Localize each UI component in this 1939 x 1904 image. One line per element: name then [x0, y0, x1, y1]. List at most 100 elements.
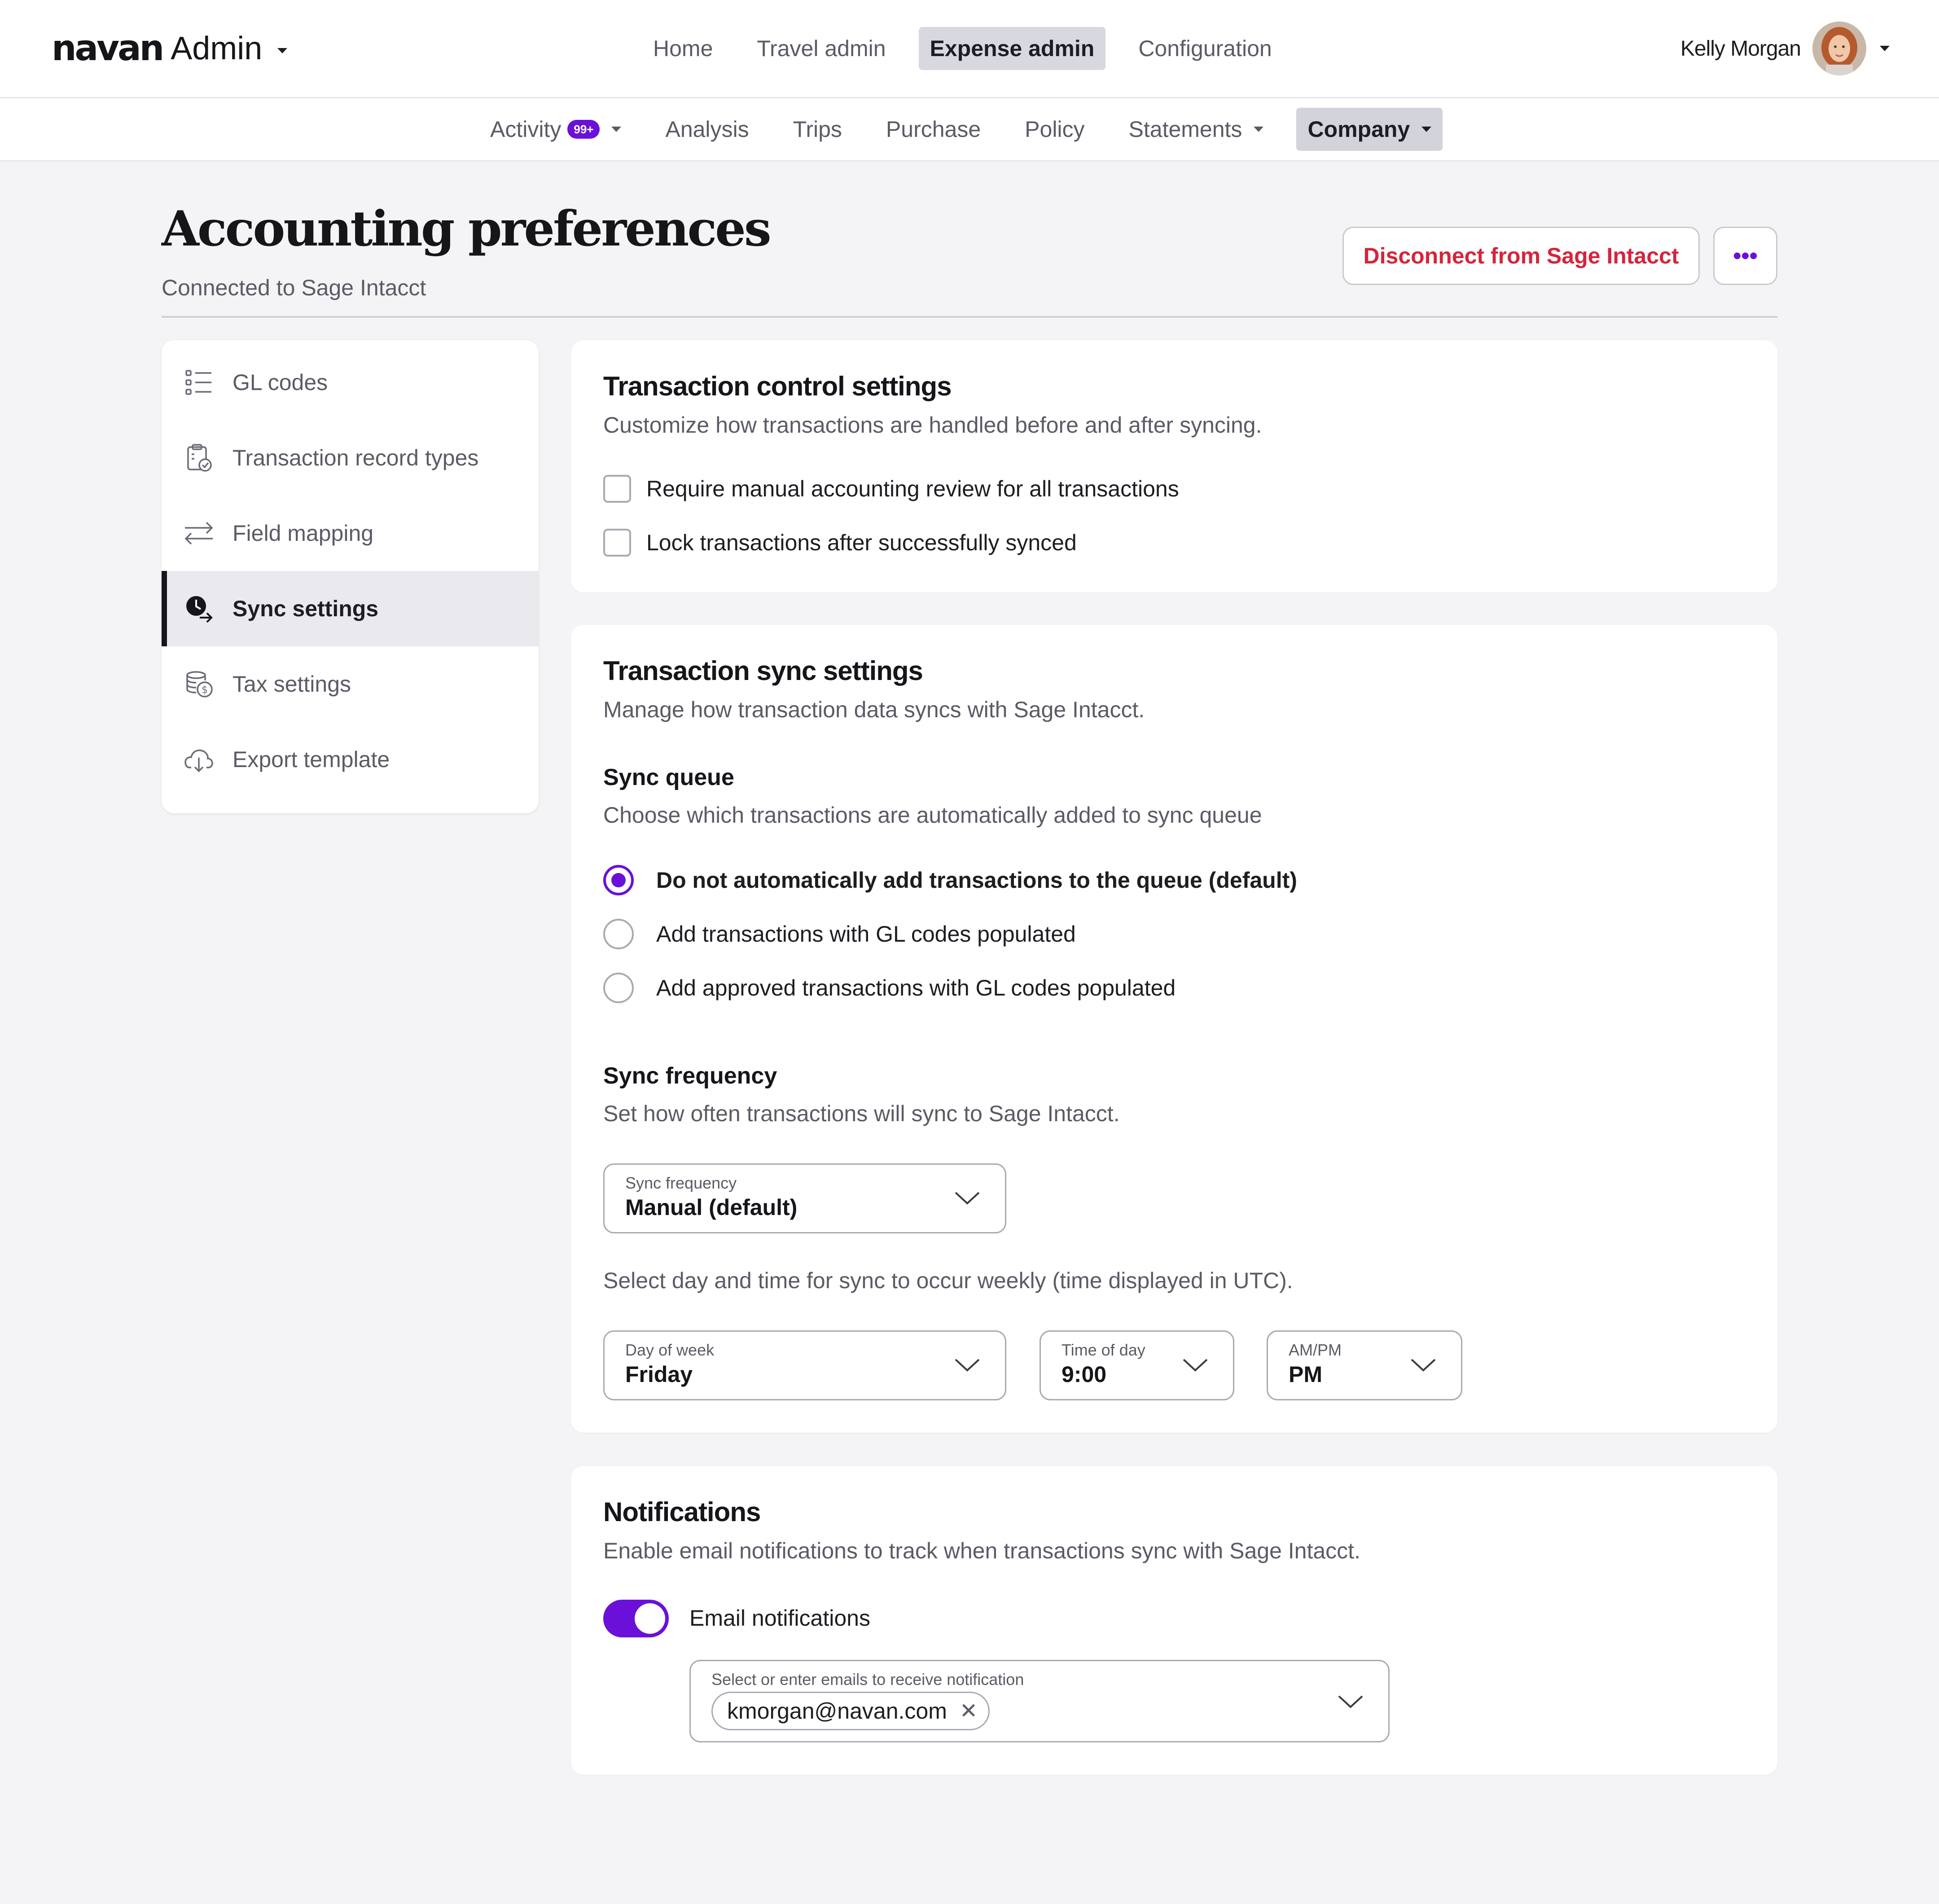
sidebar-item-field-mapping[interactable]: Field mapping [162, 496, 539, 571]
lock-transactions-checkbox[interactable] [603, 529, 631, 557]
sidebar-item-label: GL codes [233, 370, 328, 395]
settings-sidebar: GL codes Transaction record types Field … [162, 340, 539, 813]
select-label: Day of week [625, 1341, 715, 1359]
navan-admin-switcher[interactable]: navan Admin [52, 26, 288, 71]
toggle-knob [635, 1603, 665, 1634]
nav-home[interactable]: Home [642, 27, 724, 70]
notification-emails-field[interactable]: Select or enter emails to receive notifi… [689, 1660, 1390, 1742]
chevron-down-icon [277, 48, 288, 53]
queue-option-none-radio[interactable] [603, 865, 634, 895]
control-title: Transaction control settings [603, 371, 952, 401]
list-icon [183, 367, 215, 398]
chevron-down-icon [955, 1192, 980, 1205]
queue-option-gl-populated-radio[interactable] [603, 919, 634, 949]
select-value: Manual (default) [625, 1195, 798, 1220]
lock-transactions-option[interactable]: Lock transactions after successfully syn… [603, 529, 1077, 557]
select-label: Select or enter emails to receive notifi… [711, 1670, 1024, 1689]
control-description: Customize how transactions are handled b… [603, 412, 1262, 438]
queue-option-gl-populated[interactable]: Add transactions with GL codes populated [603, 919, 1076, 949]
require-review-option[interactable]: Require manual accounting review for all… [603, 475, 1179, 503]
clock-sync-icon [183, 593, 215, 624]
transaction-control-card: Transaction control settings Customize h… [571, 340, 1777, 592]
subnav-company-label: Company [1307, 117, 1410, 142]
queue-option-approved-gl[interactable]: Add approved transactions with GL codes … [603, 973, 1176, 1003]
chevron-down-icon [1183, 1359, 1208, 1372]
connection-status: Connected to Sage Intacct [162, 275, 426, 300]
subnav-purchase[interactable]: Purchase [875, 108, 992, 151]
sidebar-item-label: Field mapping [233, 521, 374, 546]
email-chip: kmorgan@navan.com ✕ [711, 1692, 990, 1730]
sync-description: Manage how transaction data syncs with S… [603, 697, 1145, 722]
select-value: Friday [625, 1362, 693, 1387]
email-chip-label: kmorgan@navan.com [727, 1698, 947, 1724]
coins-icon: $ [183, 668, 215, 700]
subnav-statements-label: Statements [1128, 117, 1242, 142]
chevron-down-icon[interactable] [1337, 1693, 1364, 1710]
user-name: Kelly Morgan [1680, 36, 1801, 61]
more-options-button[interactable]: ••• [1713, 227, 1777, 285]
arrows-swap-icon [183, 518, 215, 549]
top-bar: navan Admin Home Travel admin Expense ad… [0, 0, 1939, 98]
require-review-label: Require manual accounting review for all… [646, 476, 1179, 501]
chevron-down-icon [611, 127, 622, 132]
page-title: Accounting preferences [162, 201, 772, 257]
sidebar-item-label: Tax settings [233, 671, 351, 697]
subnav-activity-label: Activity [490, 117, 562, 142]
sync-frequency-title: Sync frequency [603, 1063, 777, 1089]
notifications-title: Notifications [603, 1497, 761, 1527]
clipboard-check-icon [183, 442, 215, 474]
require-review-checkbox[interactable] [603, 475, 631, 503]
activity-count-badge: 99+ [567, 120, 600, 139]
sub-nav: Activity 99+ Analysis Trips Purchase Pol… [0, 98, 1939, 162]
lock-transactions-label: Lock transactions after successfully syn… [646, 530, 1077, 555]
sync-queue-description: Choose which transactions are automatica… [603, 803, 1262, 828]
chevron-down-icon [955, 1359, 980, 1372]
subnav-company[interactable]: Company [1296, 108, 1443, 151]
subnav-activity[interactable]: Activity 99+ [479, 108, 632, 151]
subnav-statements[interactable]: Statements [1118, 108, 1275, 151]
sync-frequency-description: Set how often transactions will sync to … [603, 1101, 1120, 1126]
disconnect-button[interactable]: Disconnect from Sage Intacct [1342, 227, 1700, 285]
notifications-card: Notifications Enable email notifications… [571, 1466, 1777, 1775]
queue-option-none-label: Do not automatically add transactions to… [656, 868, 1297, 893]
select-value: PM [1289, 1362, 1322, 1387]
sidebar-item-gl-codes[interactable]: GL codes [162, 345, 539, 420]
queue-option-gl-populated-label: Add transactions with GL codes populated [656, 921, 1076, 947]
chevron-down-icon [1254, 127, 1264, 132]
svg-text:$: $ [202, 684, 208, 696]
subnav-policy[interactable]: Policy [1013, 108, 1096, 151]
email-notifications-toggle[interactable] [603, 1600, 669, 1637]
sync-title: Transaction sync settings [603, 656, 923, 686]
sidebar-item-label: Export template [233, 747, 390, 772]
sync-frequency-select[interactable]: Sync frequency Manual (default) [603, 1163, 1006, 1233]
select-label: AM/PM [1289, 1341, 1342, 1359]
nav-expense-admin[interactable]: Expense admin [918, 27, 1106, 70]
am-pm-select[interactable]: AM/PM PM [1267, 1330, 1462, 1400]
admin-label: Admin [171, 31, 263, 66]
select-label: Time of day [1062, 1341, 1145, 1359]
chevron-down-icon [1880, 46, 1890, 51]
time-of-day-select[interactable]: Time of day 9:00 [1040, 1330, 1234, 1400]
select-label: Sync frequency [625, 1174, 737, 1192]
weekly-sync-description: Select day and time for sync to occur we… [603, 1268, 1293, 1293]
queue-option-approved-gl-radio[interactable] [603, 973, 634, 1003]
navan-logo: navan [52, 28, 164, 69]
subnav-analysis[interactable]: Analysis [654, 108, 760, 151]
queue-option-none[interactable]: Do not automatically add transactions to… [603, 865, 1297, 895]
nav-configuration[interactable]: Configuration [1127, 27, 1283, 70]
sidebar-item-transaction-record-types[interactable]: Transaction record types [162, 420, 539, 496]
sidebar-item-tax-settings[interactable]: $ Tax settings [162, 646, 539, 722]
email-notifications-label: Email notifications [689, 1606, 870, 1631]
cloud-download-icon [183, 744, 215, 775]
sidebar-item-sync-settings[interactable]: Sync settings [162, 571, 539, 646]
header-divider [162, 316, 1777, 318]
subnav-trips[interactable]: Trips [782, 108, 853, 151]
remove-email-icon[interactable]: ✕ [960, 1698, 978, 1724]
day-of-week-select[interactable]: Day of week Friday [603, 1330, 1006, 1400]
nav-travel-admin[interactable]: Travel admin [746, 27, 897, 70]
user-menu[interactable]: Kelly Morgan [1680, 22, 1890, 75]
notifications-description: Enable email notifications to track when… [603, 1538, 1360, 1563]
top-nav: Home Travel admin Expense admin Configur… [642, 27, 1305, 70]
select-value: 9:00 [1062, 1362, 1107, 1387]
sidebar-item-export-template[interactable]: Export template [162, 722, 539, 797]
